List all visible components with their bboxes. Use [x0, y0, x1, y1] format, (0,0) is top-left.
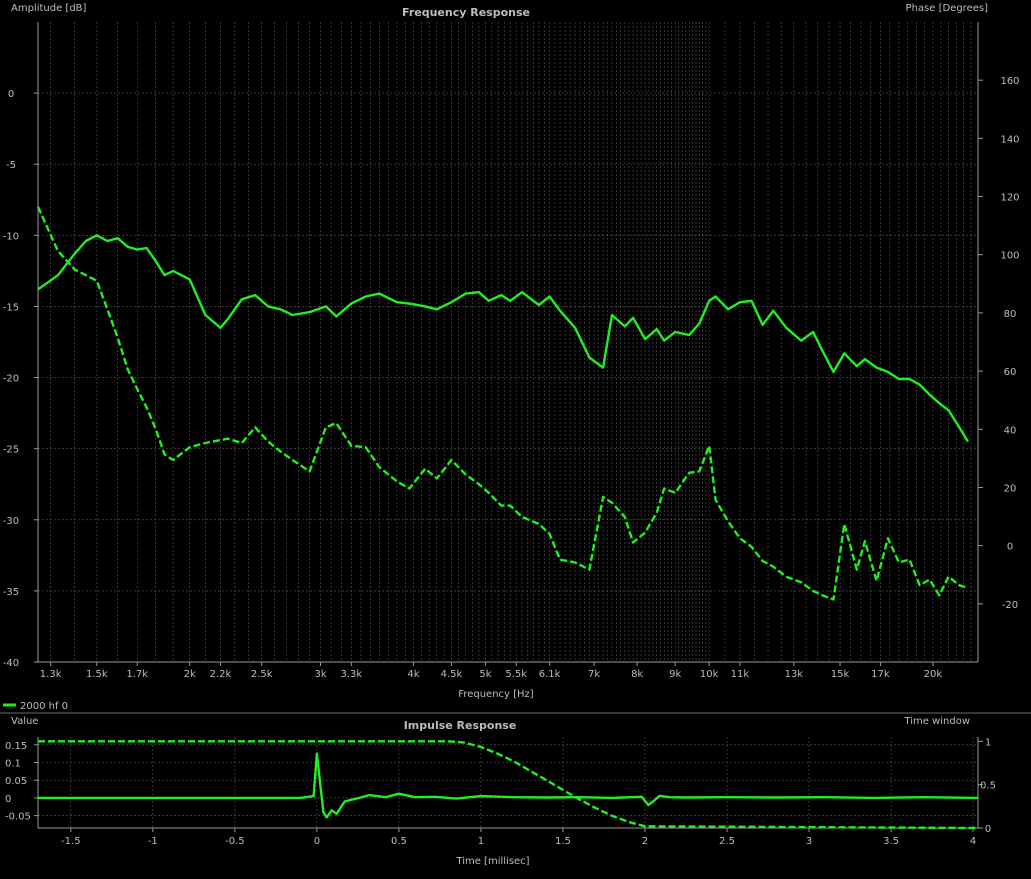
freq-y-tick-label: -30: [3, 516, 19, 527]
impulse-x-label: Time [millisec]: [455, 856, 529, 867]
impulse-x-tick-label: 4: [970, 836, 976, 847]
freq-y-tick-label: -20: [3, 374, 19, 385]
freq-x-tick-label: 7k: [588, 669, 600, 680]
freq-y2-tick-label: -20: [1002, 600, 1018, 611]
freq-y2-tick-label: 80: [1004, 309, 1017, 320]
freq-title: Frequency Response: [402, 6, 530, 19]
impulse-y2-tick-label: 1: [985, 737, 991, 748]
freq-x-tick-label: 1.5k: [86, 669, 108, 680]
freq-y-tick-label: -15: [3, 302, 19, 313]
impulse-y-tick-label: 0.05: [5, 776, 27, 787]
impulse-y-label: Value: [11, 716, 38, 727]
freq-x-tick-label: 11k: [731, 669, 750, 680]
freq-y2-tick-label: 0: [1007, 542, 1013, 553]
freq-y2-tick-label: 140: [1000, 134, 1019, 145]
freq-y-tick-label: -25: [3, 445, 19, 456]
impulse-x-tick-label: -1: [148, 836, 158, 847]
impulse-x-tick-label: 2: [642, 836, 648, 847]
freq-x-tick-label: 15k: [831, 669, 850, 680]
freq-x-tick-label: 3k: [314, 669, 326, 680]
freq-x-tick-label: 17k: [871, 669, 890, 680]
freq-x-tick-label: 8k: [631, 669, 643, 680]
freq-x-tick-label: 4k: [407, 669, 419, 680]
freq-y2-tick-label: 40: [1004, 425, 1017, 436]
impulse-x-tick-label: 3: [806, 836, 812, 847]
freq-x-tick-label: 2.2k: [210, 669, 232, 680]
impulse-y-tick-label: -0.05: [5, 812, 31, 823]
freq-y-tick-label: 0: [8, 89, 14, 100]
impulse-y-tick-label: 0: [5, 794, 11, 805]
freq-x-tick-label: 3.3k: [340, 669, 362, 680]
freq-y-tick-label: -10: [3, 231, 19, 242]
freq-x-tick-label: 20k: [924, 669, 943, 680]
impulse-x-tick-label: 0: [314, 836, 320, 847]
freq-x-tick-label: 10k: [700, 669, 719, 680]
impulse-y2-label: Time window: [903, 716, 970, 727]
freq-y-tick-label: -5: [6, 160, 16, 171]
freq-y-label: Amplitude [dB]: [11, 3, 87, 14]
freq-x-tick-label: 2.5k: [251, 669, 273, 680]
impulse-title: Impulse Response: [404, 719, 517, 732]
freq-x-label: Frequency [Hz]: [458, 689, 534, 700]
chart-canvas: Frequency Response Amplitude [dB] Phase …: [0, 0, 1031, 879]
impulse-x-tick-label: 2.5: [719, 836, 735, 847]
freq-y2-label: Phase [Degrees]: [906, 3, 989, 14]
freq-x-tick-label: 1.7k: [126, 669, 148, 680]
impulse-y-tick-label: 0.15: [5, 741, 27, 752]
freq-y2-tick-label: 100: [1000, 251, 1019, 262]
freq-y-tick-label: -40: [3, 658, 19, 669]
background: [0, 0, 1031, 879]
freq-x-tick-label: 5k: [479, 669, 491, 680]
impulse-x-tick-label: 3.5: [883, 836, 899, 847]
impulse-x-tick-label: 1.5: [555, 836, 571, 847]
freq-y2-tick-label: 120: [1000, 193, 1019, 204]
impulse-y2-tick-label: 0: [985, 824, 991, 835]
impulse-x-tick-label: 0.5: [391, 836, 407, 847]
freq-x-tick-label: 6.1k: [539, 669, 561, 680]
freq-x-tick-label: 1.3k: [40, 669, 62, 680]
freq-y-tick-label: -35: [3, 587, 19, 598]
impulse-x-tick-label: 1: [478, 836, 484, 847]
freq-x-tick-label: 9k: [669, 669, 681, 680]
legend-label: 2000 hf 0: [20, 701, 68, 712]
impulse-x-tick-label: -0.5: [225, 836, 245, 847]
freq-y2-tick-label: 20: [1004, 483, 1017, 494]
freq-y2-tick-label: 60: [1004, 367, 1017, 378]
freq-y2-tick-label: 160: [1000, 76, 1019, 87]
impulse-x-tick-label: -1.5: [61, 836, 81, 847]
freq-x-tick-label: 5.5k: [505, 669, 527, 680]
freq-x-tick-label: 2k: [184, 669, 196, 680]
freq-x-tick-label: 4.5k: [441, 669, 463, 680]
impulse-y-tick-label: 0.1: [5, 758, 21, 769]
impulse-y2-tick-label: 0.5: [980, 781, 996, 792]
freq-x-tick-label: 13k: [785, 669, 804, 680]
